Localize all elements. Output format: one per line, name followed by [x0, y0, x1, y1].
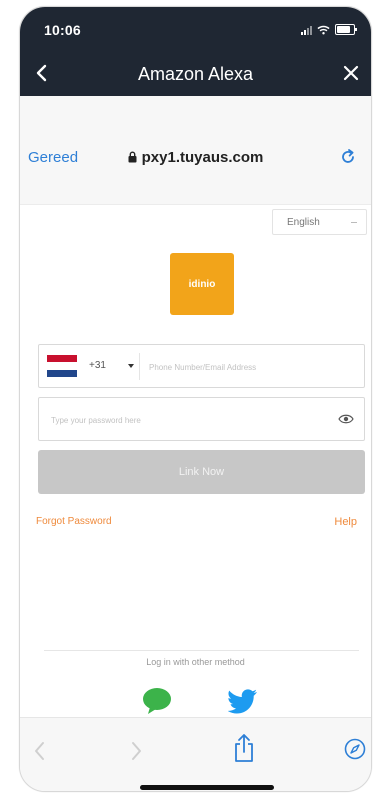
share-icon[interactable]: [232, 732, 256, 764]
twitter-icon[interactable]: [228, 689, 258, 715]
forgot-password-link[interactable]: Forgot Password: [36, 516, 112, 527]
wifi-icon: [317, 25, 330, 34]
signal-icon: [301, 25, 312, 35]
help-link[interactable]: Help: [334, 516, 357, 528]
language-label: English: [287, 217, 320, 228]
password-field: [38, 397, 365, 441]
browser-url-bar: Gereed pxy1.tuyaus.com: [20, 96, 371, 205]
other-method-label: Log in with other method: [146, 657, 245, 667]
divider: [44, 650, 359, 651]
eye-icon[interactable]: [338, 413, 354, 425]
reload-icon[interactable]: [339, 148, 357, 166]
home-indicator: [140, 785, 274, 790]
browser-toolbar: [20, 717, 371, 791]
lock-icon: [128, 151, 137, 163]
wechat-icon[interactable]: [142, 687, 174, 715]
caret-down-icon[interactable]: [128, 364, 134, 368]
link-now-button[interactable]: Link Now: [38, 450, 365, 494]
brand-logo: idinio: [170, 253, 234, 315]
battery-icon: [335, 24, 357, 35]
navigation-bar: Amazon Alexa: [20, 51, 371, 96]
status-time: 10:06: [44, 22, 81, 38]
url-domain: pxy1.tuyaus.com: [141, 149, 264, 166]
chevron-left-icon[interactable]: [32, 740, 48, 762]
status-icons: [301, 24, 357, 35]
language-select[interactable]: English: [272, 209, 367, 235]
password-input[interactable]: [49, 410, 323, 430]
url-display[interactable]: pxy1.tuyaus.com: [20, 149, 371, 166]
chevron-right-icon[interactable]: [128, 740, 144, 762]
compass-icon[interactable]: [344, 738, 366, 760]
page-title: Amazon Alexa: [137, 64, 254, 84]
status-bar: 10:06: [20, 7, 371, 51]
chevron-down-icon: [351, 222, 357, 223]
logo-text: idinio: [188, 278, 216, 290]
close-icon[interactable]: [339, 61, 363, 85]
phone-frame: 10:06 Amazon Alexa Gereed pxy1.tuyaus.co…: [19, 6, 372, 792]
phone-email-input[interactable]: [147, 357, 359, 377]
phone-email-field: +31: [38, 344, 365, 388]
country-code[interactable]: +31: [89, 360, 106, 371]
netherlands-flag-icon[interactable]: [47, 355, 77, 378]
field-divider: [139, 353, 140, 380]
